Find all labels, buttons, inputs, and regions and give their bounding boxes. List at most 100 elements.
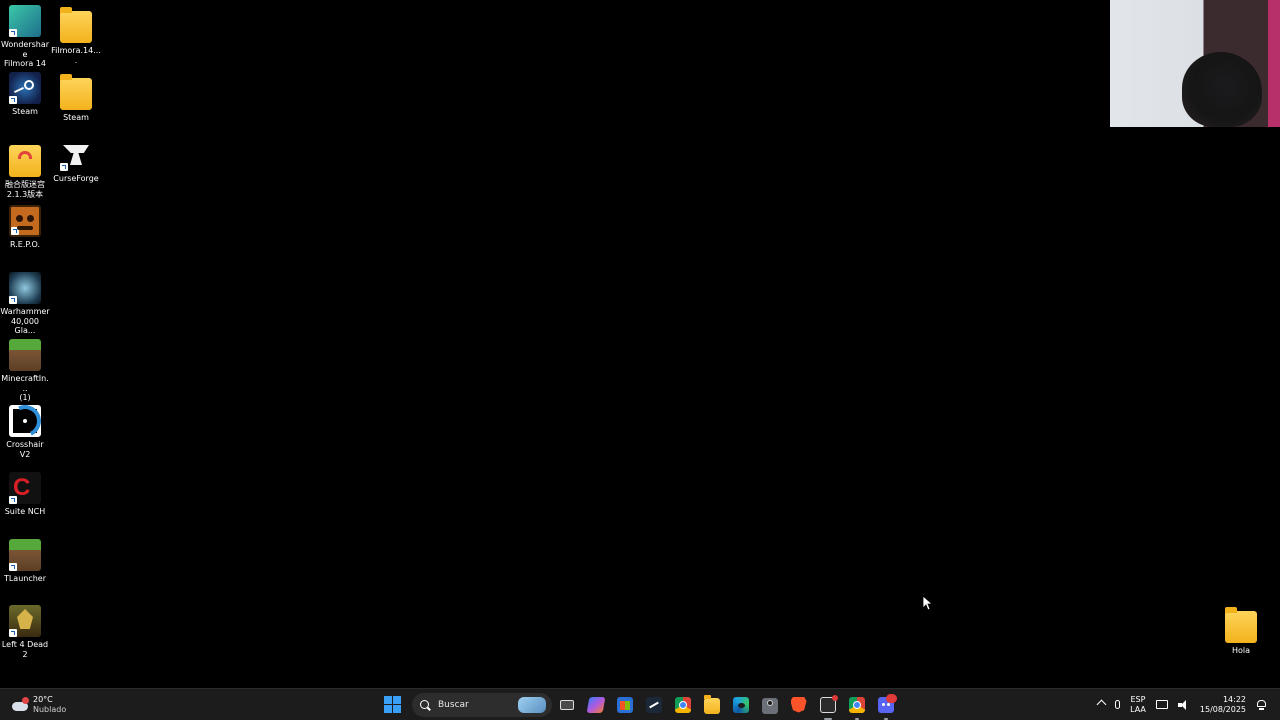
task-view-icon (559, 697, 575, 713)
desktop-icon-curseforge[interactable]: CurseForge (51, 139, 101, 184)
desktop-icon-label: 融合版迷宫 2.1.3版本 (5, 180, 45, 199)
weather-widget[interactable]: 20°C Nublado (10, 692, 66, 718)
shortcut-arrow-icon (9, 29, 17, 37)
webcam-person (1182, 52, 1262, 127)
taskbar-task-view[interactable] (555, 693, 579, 717)
brave-icon (790, 696, 807, 713)
notification-bell-icon[interactable] (1256, 699, 1267, 710)
windows-logo-icon (392, 705, 401, 713)
desktop-icon-tlauncher[interactable]: TLauncher (0, 539, 50, 584)
desktop-icon-maze-folder[interactable]: 融合版迷宫 2.1.3版本 (0, 139, 50, 199)
windows-logo-icon (383, 696, 392, 704)
taskbar-apps: Buscar (378, 689, 900, 720)
shortcut-arrow-icon (9, 296, 17, 304)
minecraft-icon (9, 339, 41, 371)
desktop-icon-label: TLauncher (3, 574, 47, 583)
taskbar-copilot[interactable] (584, 693, 608, 717)
chrome-icon (848, 696, 865, 713)
taskbar: 20°C Nublado Buscar ESP LAA 14:22 15/08/… (0, 688, 1280, 720)
desktop-icon-repo[interactable]: R.E.P.O. (0, 205, 50, 250)
search-highlight-icon (518, 696, 546, 713)
desktop-icon-label: R.E.P.O. (9, 240, 41, 249)
desktop-icon-steam[interactable]: Steam (0, 72, 50, 117)
taskbar-store[interactable] (613, 693, 637, 717)
search-label: Buscar (438, 699, 469, 710)
clock[interactable]: 14:22 15/08/2025 (1200, 695, 1246, 715)
desktop-icon-l4d2[interactable]: Left 4 Dead 2 (0, 605, 50, 659)
desktop-icon-hola-folder[interactable]: Hola (1216, 605, 1266, 656)
show-hidden-icons-chevron-icon[interactable] (1096, 699, 1107, 710)
taskbar-discord[interactable] (874, 693, 898, 720)
curseforge-icon (60, 139, 92, 171)
camera-icon (761, 697, 778, 714)
desktop-icon-label: Wondershare Filmora 14 (0, 40, 50, 68)
taskbar-file-explorer[interactable] (700, 693, 724, 717)
taskbar-chrome[interactable] (671, 693, 695, 717)
shortcut-arrow-icon (11, 227, 19, 235)
clock-date: 15/08/2025 (1199, 704, 1246, 714)
discord-icon (877, 693, 897, 713)
chrome-icon (674, 696, 691, 713)
system-tray: ESP LAA 14:22 15/08/2025 (1093, 689, 1272, 720)
folder-icon (60, 74, 92, 110)
taskbar-edge[interactable] (729, 693, 753, 717)
taskbar-brave[interactable] (787, 693, 811, 717)
weather-condition: Nublado (33, 705, 67, 714)
shortcut-arrow-icon (9, 629, 17, 637)
desktop-icon-minecraft-installer[interactable]: MinecraftIn... (1) (0, 339, 50, 403)
language-primary: ESP (1130, 694, 1146, 704)
desktop-icon-label: Crosshair V2 (6, 440, 44, 459)
language-secondary: LAA (1130, 704, 1146, 714)
shortcut-arrow-icon (60, 163, 68, 171)
copilot-icon (586, 696, 605, 713)
webcam-edge (1268, 0, 1280, 127)
cloudy-weather-icon (10, 697, 30, 713)
desktop-icon-crosshair[interactable]: Crosshair V2 (0, 405, 50, 459)
desktop-icon-filmora-folder[interactable]: Filmora.14.... (51, 5, 101, 65)
shortcut-arrow-icon (9, 563, 17, 571)
desktop-icon-label: Left 4 Dead 2 (1, 640, 49, 659)
volume-icon[interactable] (1177, 699, 1190, 710)
shortcut-arrow-icon (9, 496, 17, 504)
obs-icon (819, 694, 838, 713)
webcam-overlay (1110, 0, 1280, 127)
desktop-icon-label: Hola (1231, 646, 1251, 655)
desktop-icon-suite-nch[interactable]: Suite NCH (0, 472, 50, 517)
desktop-icon-warhammer[interactable]: Warhammer 40,000 Gla... (0, 272, 50, 336)
desktop-icon-steam-folder[interactable]: Steam (51, 72, 101, 123)
search-icon (420, 700, 429, 709)
notification-badge (885, 693, 897, 703)
shortcut-arrow-icon (9, 96, 17, 104)
edge-icon (732, 696, 749, 713)
taskbar-obs[interactable] (816, 693, 840, 720)
windows-logo-icon (392, 696, 401, 704)
desktop-icon-label: Filmora.14.... (51, 46, 101, 65)
start-button[interactable] (381, 694, 403, 716)
taskbar-chrome-profile[interactable] (845, 693, 869, 720)
filmora-icon (9, 5, 41, 37)
weather-temperature: 20°C (33, 695, 53, 704)
folder-icon (1225, 607, 1257, 643)
language-indicator[interactable]: ESP LAA (1130, 695, 1146, 715)
windows-logo-icon (383, 705, 392, 713)
minecraft-icon (9, 539, 41, 571)
clock-time: 14:22 (1222, 694, 1246, 704)
taskbar-camera[interactable] (758, 693, 782, 717)
file-explorer-icon (703, 695, 720, 714)
taskbar-search-box[interactable]: Buscar (412, 692, 552, 717)
desktop[interactable]: Wondershare Filmora 14 Steam 融合版迷宫 2.1.3… (0, 0, 1280, 688)
desktop-icon-label: Steam (12, 107, 38, 116)
l4d2-icon (9, 605, 41, 637)
folder-icon (60, 7, 92, 43)
warhammer-icon (9, 272, 41, 304)
network-icon[interactable] (1155, 700, 1168, 709)
desktop-icon-label: Warhammer 40,000 Gla... (0, 307, 50, 335)
desktop-icon-filmora[interactable]: Wondershare Filmora 14 (0, 5, 50, 69)
taskbar-steam[interactable] (642, 693, 666, 717)
nch-icon (9, 472, 41, 504)
microphone-icon[interactable] (1115, 700, 1121, 709)
desktop-icon-label: Suite NCH (4, 507, 46, 516)
desktop-icon-label: CurseForge (53, 174, 99, 183)
repo-game-icon (9, 205, 41, 237)
desktop-icon-label: Steam (63, 113, 89, 122)
